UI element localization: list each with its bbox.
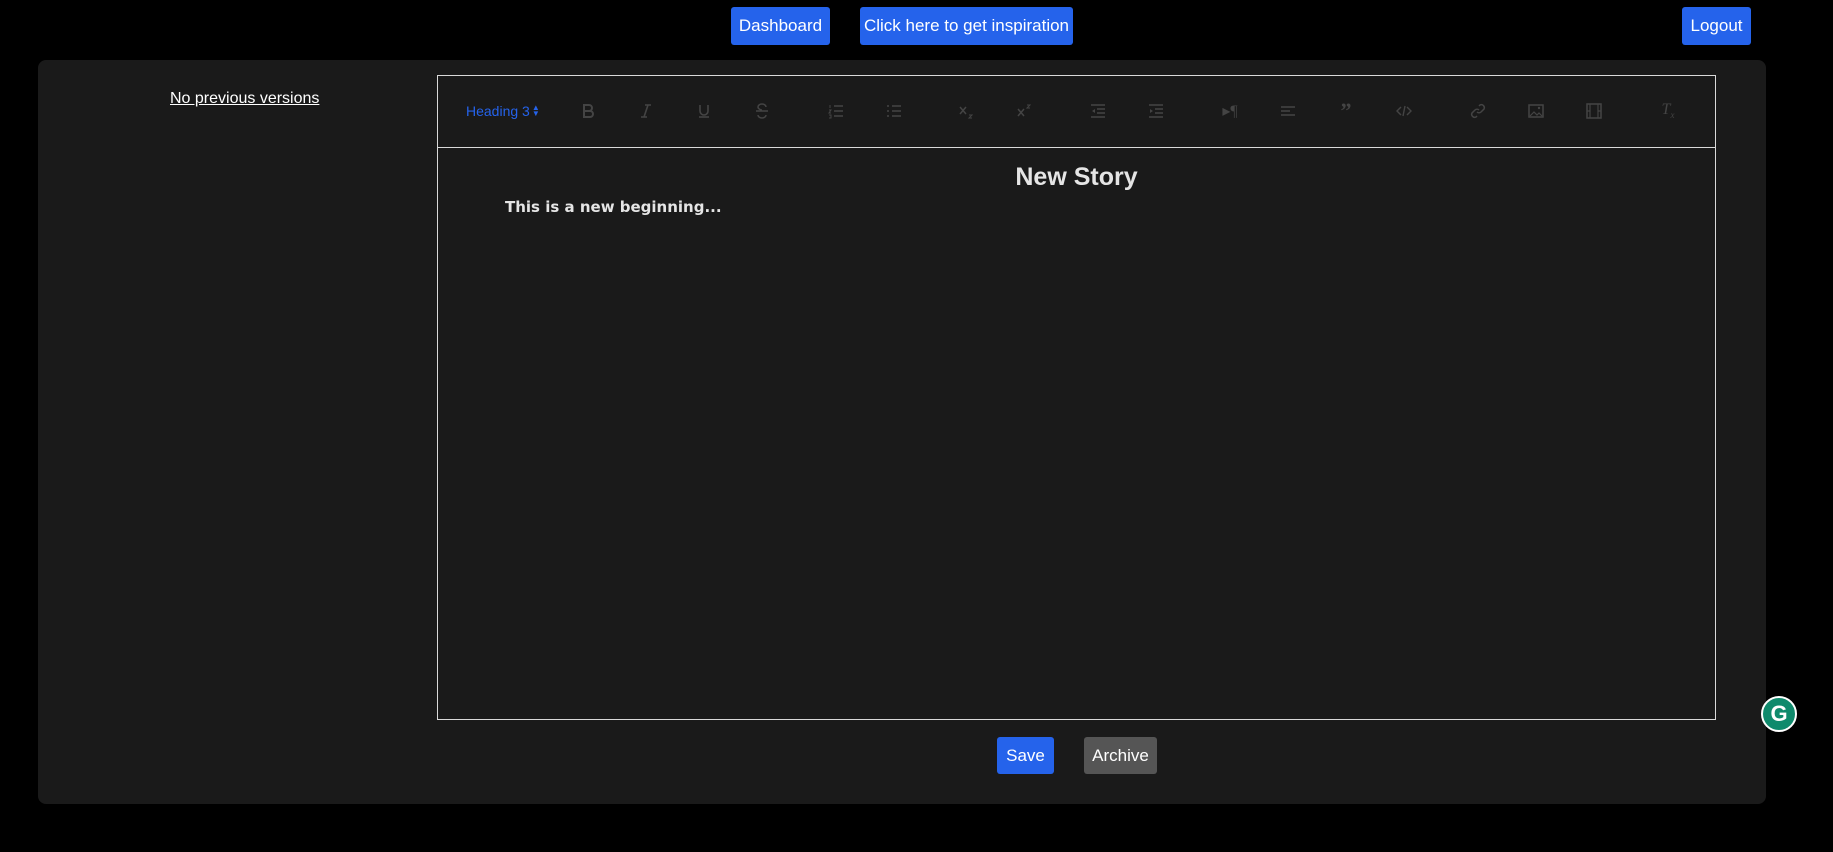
code-icon[interactable] (1392, 100, 1416, 122)
previous-versions-link[interactable]: No previous versions (170, 90, 319, 108)
italic-icon[interactable] (634, 100, 658, 122)
subscript-icon[interactable] (954, 100, 978, 122)
text-direction-icon[interactable]: ▸¶ (1218, 100, 1242, 122)
underline-icon[interactable] (692, 100, 716, 122)
outdent-icon[interactable] (1086, 100, 1110, 122)
inspiration-button[interactable]: Click here to get inspiration (860, 7, 1073, 45)
ordered-list-icon[interactable] (824, 100, 848, 122)
editor-content[interactable]: New Story This is a new beginning... (438, 149, 1715, 719)
image-icon[interactable] (1524, 100, 1548, 122)
save-button[interactable]: Save (997, 737, 1054, 774)
logout-button[interactable]: Logout (1682, 7, 1751, 45)
story-body: This is a new beginning... (505, 198, 722, 216)
editor-toolbar: Heading 3 ▲ ▼ ▸¶ ” Tx (438, 76, 1715, 148)
select-arrows-icon: ▲ ▼ (531, 103, 540, 118)
story-title: New Story (1015, 163, 1138, 191)
align-icon[interactable] (1276, 100, 1300, 122)
superscript-icon[interactable] (1012, 100, 1036, 122)
video-icon[interactable] (1582, 100, 1606, 122)
strikethrough-icon[interactable] (750, 100, 774, 122)
rich-text-editor: Heading 3 ▲ ▼ ▸¶ ” Tx New Story This is … (437, 75, 1716, 720)
heading-select-value: Heading 3 (466, 103, 530, 119)
dashboard-button[interactable]: Dashboard (731, 7, 830, 45)
bullet-list-icon[interactable] (882, 100, 906, 122)
indent-icon[interactable] (1144, 100, 1168, 122)
blockquote-icon[interactable]: ” (1334, 98, 1358, 123)
heading-select[interactable]: Heading 3 ▲ ▼ (466, 103, 540, 119)
grammarly-icon[interactable]: G (1761, 696, 1797, 732)
clear-format-icon[interactable]: Tx (1656, 100, 1680, 122)
link-icon[interactable] (1466, 100, 1490, 122)
archive-button[interactable]: Archive (1084, 737, 1157, 774)
bold-icon[interactable] (576, 100, 600, 122)
